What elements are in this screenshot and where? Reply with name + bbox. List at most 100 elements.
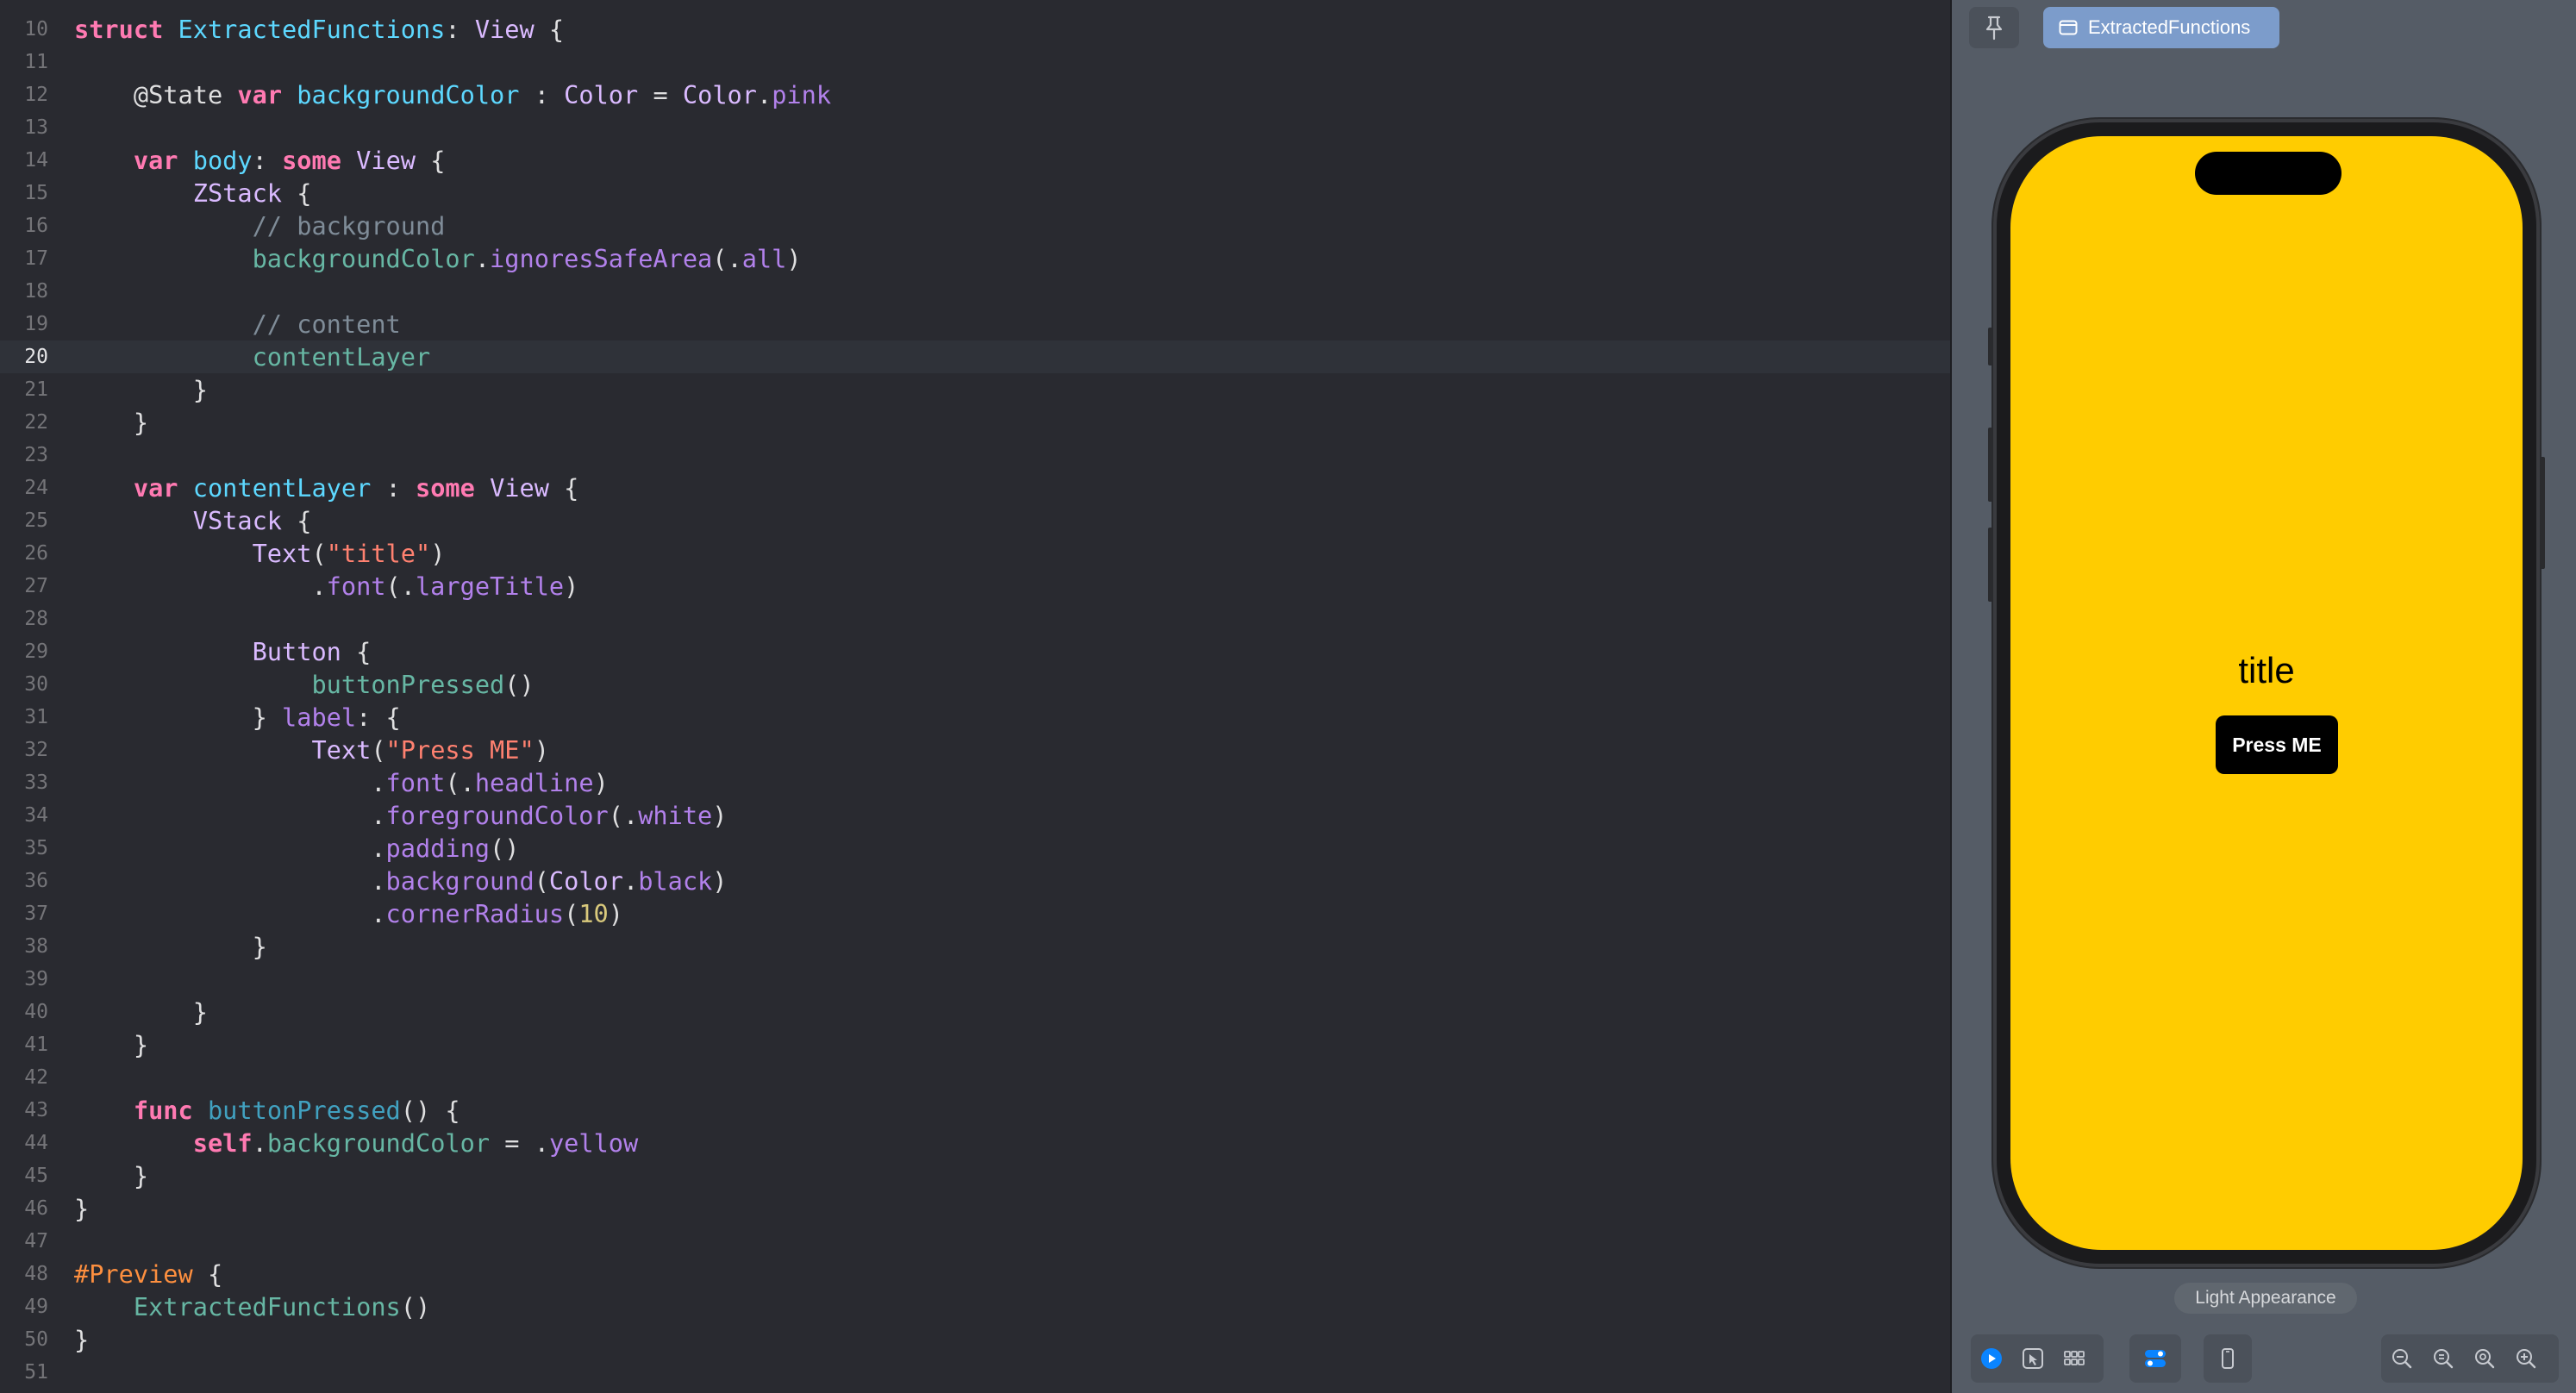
code-token: ) [534, 735, 549, 765]
code-token: func [133, 1096, 193, 1125]
zoom-out-button[interactable] [2381, 1338, 2423, 1379]
device-screen[interactable]: title Press ME [2010, 136, 2523, 1250]
selectable-mode-button[interactable] [2012, 1338, 2054, 1379]
code-line[interactable]: 47 [0, 1225, 1950, 1258]
code-text: // background [74, 209, 446, 242]
code-line[interactable]: 35 .padding() [0, 832, 1950, 865]
zoom-100-button[interactable] [2423, 1338, 2464, 1379]
zoom-in-button[interactable] [2505, 1338, 2547, 1379]
code-line[interactable]: 13 [0, 111, 1950, 144]
device-settings-toolbar [2129, 1334, 2181, 1383]
code-line[interactable]: 21 } [0, 373, 1950, 406]
line-number: 30 [24, 673, 48, 696]
line-number: 25 [24, 509, 48, 532]
zoom-fit-icon [2475, 1349, 2495, 1369]
live-preview-button[interactable] [1971, 1338, 2012, 1379]
code-token: cornerRadius [385, 899, 565, 928]
code-token: . [74, 801, 386, 830]
code-line[interactable]: 40 } [0, 996, 1950, 1028]
code-line[interactable]: 43 func buttonPressed() { [0, 1094, 1950, 1127]
code-line[interactable]: 36 .background(Color.black) [0, 865, 1950, 897]
preview-tab-extractedfunctions[interactable]: ExtractedFunctions [2043, 7, 2279, 48]
code-line[interactable]: 11 [0, 46, 1950, 78]
code-token: some [416, 473, 475, 503]
code-line[interactable]: 38 } [0, 930, 1950, 963]
variants-grid-icon [2064, 1351, 2085, 1365]
press-me-button[interactable]: Press ME [2216, 715, 2338, 774]
code-line[interactable]: 41 } [0, 1028, 1950, 1061]
code-line[interactable]: 23 [0, 439, 1950, 472]
code-token: var [237, 80, 283, 109]
code-line[interactable]: 15 ZStack { [0, 177, 1950, 209]
code-line[interactable]: 27 .font(.largeTitle) [0, 570, 1950, 603]
code-token: ZStack [192, 178, 283, 208]
code-text: } [74, 406, 148, 439]
code-token: } [74, 703, 283, 732]
code-line[interactable]: 26 Text("title") [0, 537, 1950, 570]
code-line[interactable]: 25 VStack { [0, 504, 1950, 537]
code-line[interactable]: 17 backgroundColor.ignoresSafeArea(.all) [0, 242, 1950, 275]
code-line[interactable]: 24 var contentLayer : some View { [0, 472, 1950, 504]
code-token: Color [564, 80, 639, 109]
zoom-fit-button[interactable] [2464, 1338, 2505, 1379]
code-token: . [622, 866, 639, 896]
code-line[interactable]: 42 [0, 1061, 1950, 1094]
code-text: ZStack { [74, 177, 312, 209]
device-picker-button[interactable] [2207, 1338, 2248, 1379]
code-line[interactable]: 33 .font(.headline) [0, 766, 1950, 799]
code-text: } [74, 373, 208, 406]
code-line[interactable]: 31 } label: { [0, 701, 1950, 734]
line-number: 20 [24, 346, 48, 368]
code-line[interactable]: 32 Text("Press ME") [0, 734, 1950, 766]
variants-button[interactable] [2054, 1338, 2095, 1379]
code-token: var [133, 473, 178, 503]
code-line[interactable]: 37 .cornerRadius(10) [0, 897, 1950, 930]
code-token: (. [608, 801, 639, 830]
code-line[interactable]: 14 var body: some View { [0, 144, 1950, 177]
code-token: { [341, 637, 372, 666]
code-line[interactable]: 50} [0, 1323, 1950, 1356]
code-line[interactable]: 19 // content [0, 308, 1950, 340]
code-token: pink [772, 80, 832, 109]
code-line[interactable]: 46} [0, 1192, 1950, 1225]
code-line[interactable]: 51 [0, 1356, 1950, 1389]
code-token: buttonPressed [311, 670, 505, 699]
code-line[interactable]: 22 } [0, 406, 1950, 439]
code-line[interactable]: 29 Button { [0, 635, 1950, 668]
code-token: ) [430, 539, 446, 568]
code-editor[interactable]: 10 struct ExtractedFunctions: View {11 12 … [0, 0, 1950, 1393]
code-token: #Preview [74, 1259, 193, 1289]
code-token: . [74, 768, 386, 797]
code-token: VStack [192, 506, 283, 535]
code-token: (. [445, 768, 475, 797]
code-line[interactable]: 20 contentLayer [0, 340, 1950, 373]
code-line[interactable]: 12 @State var backgroundColor : Color = … [0, 78, 1950, 111]
code-line[interactable]: 18 [0, 275, 1950, 308]
code-line[interactable]: 49 ExtractedFunctions() [0, 1290, 1950, 1323]
code-token: Text [311, 735, 372, 765]
code-line[interactable]: 45 } [0, 1159, 1950, 1192]
code-line[interactable]: 16 // background [0, 209, 1950, 242]
code-token: 10 [578, 899, 609, 928]
code-line[interactable]: 10 struct ExtractedFunctions: View { [0, 13, 1950, 46]
pin-preview-button[interactable] [1969, 7, 2019, 48]
code-token: ignoresSafeArea [490, 244, 713, 273]
code-line[interactable]: 34 .foregroundColor(.white) [0, 799, 1950, 832]
code-line[interactable]: 48 #Preview { [0, 1258, 1950, 1290]
code-text: self.backgroundColor = .yellow [74, 1127, 639, 1159]
code-line[interactable]: 30 buttonPressed() [0, 668, 1950, 701]
code-line[interactable]: 44 self.backgroundColor = .yellow [0, 1127, 1950, 1159]
device-settings-button[interactable] [2135, 1338, 2176, 1379]
line-number: 38 [24, 935, 48, 958]
code-line[interactable]: 28 [0, 603, 1950, 635]
code-line[interactable]: 39 [0, 963, 1950, 996]
appearance-badge[interactable]: Light Appearance [2174, 1283, 2357, 1314]
code-token: some [282, 146, 341, 175]
